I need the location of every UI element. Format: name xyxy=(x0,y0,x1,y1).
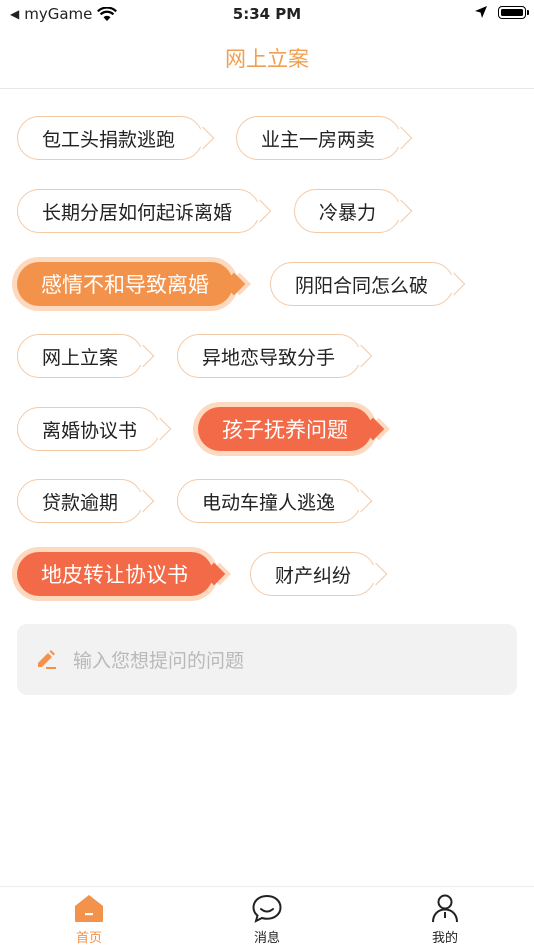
tab-profile-label: 我的 xyxy=(431,931,458,946)
tab-home-label: 首页 xyxy=(75,931,102,946)
topic-tag-label: 贷款逾期 xyxy=(42,491,119,514)
topic-tag-label: 离婚协议书 xyxy=(42,419,138,442)
clock: 5:34 PM xyxy=(232,5,302,23)
topic-tag-label: 财产纠纷 xyxy=(275,564,352,587)
topic-tag[interactable]: 网上立案 xyxy=(17,334,155,378)
navigation-bar: 网上立案 xyxy=(0,28,534,89)
topic-tag[interactable]: 离婚协议书 xyxy=(17,407,172,451)
pencil-icon xyxy=(38,650,56,669)
tab-profile[interactable]: 我的 xyxy=(400,893,490,946)
topic-tag[interactable]: 冷暴力 xyxy=(294,189,413,233)
location-icon xyxy=(475,6,487,18)
tab-home[interactable]: 首页 xyxy=(44,893,134,946)
topic-tag[interactable]: 财产纠纷 xyxy=(250,552,388,596)
tab-bar: 首页 消息 我的 xyxy=(0,886,534,950)
topic-tag-label: 异地恋导致分手 xyxy=(202,346,336,369)
topic-tag-label: 地皮转让协议书 xyxy=(41,563,188,587)
question-input[interactable]: 输入您想提问的问题 xyxy=(17,624,517,695)
topic-tag-label: 业主一房两卖 xyxy=(261,128,376,151)
topic-tag-label: 感情不和导致离婚 xyxy=(41,273,209,297)
chat-bubble-icon xyxy=(252,894,282,923)
topic-tag[interactable]: 异地恋导致分手 xyxy=(177,334,373,378)
topic-tag[interactable]: 阴阳合同怎么破 xyxy=(270,262,466,306)
topic-tag[interactable]: 电动车撞人逃逸 xyxy=(177,479,373,523)
topic-tag-label: 长期分居如何起诉离婚 xyxy=(42,201,233,224)
topic-tag-selected[interactable]: 感情不和导致离婚 xyxy=(17,262,246,306)
topic-tag[interactable]: 贷款逾期 xyxy=(17,479,155,523)
person-icon xyxy=(432,894,458,923)
topic-tag[interactable]: 业主一房两卖 xyxy=(236,116,413,160)
battery-icon xyxy=(498,5,529,19)
tab-messages-label: 消息 xyxy=(253,931,280,946)
topic-tag[interactable]: 包工头捐款逃跑 xyxy=(17,116,215,160)
topic-tag-label: 包工头捐款逃跑 xyxy=(42,128,176,151)
question-placeholder: 输入您想提问的问题 xyxy=(73,650,245,672)
page-title: 网上立案 xyxy=(225,47,309,71)
tab-messages[interactable]: 消息 xyxy=(222,893,312,946)
status-bar: ◀ myGame 5:34 PM xyxy=(0,0,534,28)
topic-tag-label: 电动车撞人逃逸 xyxy=(202,491,336,514)
topic-tag[interactable]: 长期分居如何起诉离婚 xyxy=(17,189,272,233)
topic-tag-selected[interactable]: 孩子抚养问题 xyxy=(198,407,385,451)
topic-tag-selected[interactable]: 地皮转让协议书 xyxy=(17,552,226,596)
topic-tag-label: 网上立案 xyxy=(42,346,119,369)
topic-tag-label: 孩子抚养问题 xyxy=(222,418,348,442)
topic-tag-label: 阴阳合同怎么破 xyxy=(295,274,429,297)
home-icon xyxy=(75,895,103,922)
topic-tag-label: 冷暴力 xyxy=(319,201,377,224)
